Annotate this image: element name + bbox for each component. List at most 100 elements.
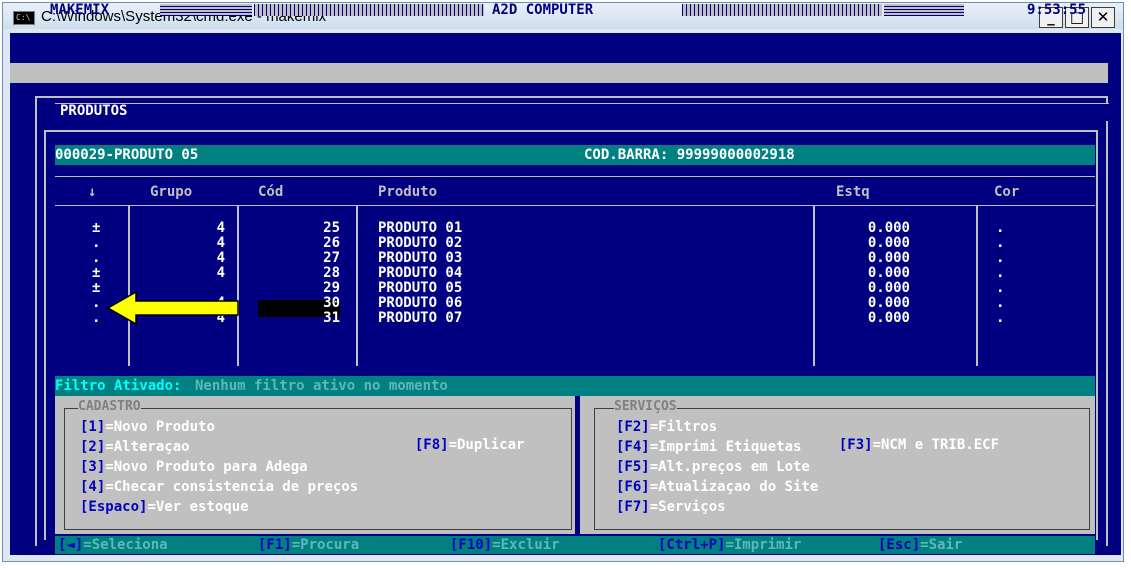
- key-label: [3]: [80, 459, 106, 475]
- app-name: MAKEMIX: [50, 2, 110, 18]
- close-button[interactable]: ✕: [1091, 7, 1115, 28]
- inner-frame-left: [44, 130, 46, 540]
- servicos-title: SERVIÇOS: [614, 399, 677, 414]
- key-label: [Esc]: [878, 537, 921, 553]
- cell-cod: 27: [323, 250, 340, 266]
- cell-estq: 0.000: [867, 220, 910, 236]
- function-key-hint[interactable]: [F10]=Excluir: [450, 537, 560, 553]
- key-label: [4]: [80, 479, 106, 495]
- col-header-cod[interactable]: Cód: [258, 184, 283, 200]
- menu-option-duplicar[interactable]: [F8]=Duplicar: [398, 418, 525, 454]
- cadastro-title: CADASTRO: [78, 399, 141, 414]
- key-label: [Espaco]: [80, 499, 148, 515]
- option-label: =Imprimi Etiquetas: [649, 439, 802, 455]
- company-name: A2D COMPUTER: [492, 2, 594, 18]
- cell-produto: PRODUTO 03: [378, 250, 463, 266]
- option-label: =Serviços: [649, 499, 726, 515]
- function-key-hint[interactable]: [Esc]=Sair: [878, 537, 962, 553]
- cell-produto: PRODUTO 02: [378, 235, 463, 251]
- cell-grupo: 4: [216, 265, 225, 281]
- menu-option[interactable]: [4]=Checar consistencia de preços: [80, 478, 358, 496]
- col-separator: [128, 206, 130, 366]
- screen-title: PRODUTOS: [60, 103, 128, 119]
- key-label: [F3]: [838, 437, 873, 453]
- cell-cod: 25: [323, 220, 340, 236]
- cell-grupo: 4: [216, 235, 225, 251]
- option-label: =Procura: [291, 537, 360, 553]
- menu-option[interactable]: [1]=Novo Produto: [80, 418, 215, 436]
- key-label: [F1]: [258, 537, 292, 553]
- col-header-estq[interactable]: Estq: [836, 184, 870, 200]
- option-label: =NCM e TRIB.ECF: [872, 437, 1000, 453]
- inner-frame-top: [44, 130, 1098, 132]
- col-header-grupo[interactable]: Grupo: [150, 184, 192, 200]
- option-label: =Ver estoque: [147, 499, 249, 515]
- cell-produto: PRODUTO 04: [378, 265, 463, 281]
- option-label: =Imprimir: [725, 537, 802, 553]
- barcode: COD.BARRA: 99999000002918: [584, 147, 795, 163]
- option-label: =Atualizaçao do Site: [649, 479, 819, 495]
- menu-option[interactable]: [F2]=Filtros: [616, 418, 717, 436]
- cell-estq: 0.000: [867, 235, 910, 251]
- menu-option[interactable]: [F6]=Atualizaçao do Site: [616, 478, 818, 496]
- menu-option[interactable]: [F4]=Imprimi Etiquetas: [616, 438, 801, 456]
- cell-grupo: 4: [216, 220, 225, 236]
- app-status-bar: [10, 63, 1108, 83]
- status-pattern-right: [682, 4, 882, 16]
- key-label: [F2]: [616, 419, 650, 435]
- cell-cod: 29: [323, 280, 340, 296]
- current-product: 000029-PRODUTO 05: [55, 147, 199, 163]
- cell-produto: PRODUTO 01: [378, 220, 463, 236]
- status-pattern-left: [254, 4, 484, 16]
- menu-option[interactable]: [2]=Alteraçao: [80, 438, 190, 456]
- option-label: =Alteraçao: [105, 439, 190, 455]
- frame-top: [35, 96, 1108, 98]
- menu-option[interactable]: [F7]=Serviços: [616, 498, 726, 516]
- cell-cod: 28: [323, 265, 340, 281]
- current-product-bar: [55, 145, 1095, 165]
- function-key-hint[interactable]: [Ctrl+P]=Imprimir: [658, 537, 801, 553]
- cell-mark: ±: [92, 220, 101, 236]
- cell-estq: 0.000: [867, 295, 910, 311]
- col-header-produto[interactable]: Produto: [378, 184, 437, 200]
- inner-frame-right: [1096, 130, 1098, 540]
- key-label: [F7]: [616, 499, 650, 515]
- function-key-hint[interactable]: [F1]=Procura: [258, 537, 359, 553]
- option-label: =Checar consistencia de preços: [105, 479, 359, 495]
- cell-mark: ±: [92, 265, 101, 281]
- cell-produto: PRODUTO 05: [378, 280, 463, 296]
- option-label: =Excluir: [492, 537, 560, 553]
- col-separator: [237, 206, 239, 366]
- col-header-cor[interactable]: Cor: [994, 184, 1019, 200]
- key-label: [F6]: [616, 479, 650, 495]
- menu-option[interactable]: [Espaco]=Ver estoque: [80, 498, 249, 516]
- key-label: [◄]: [58, 537, 84, 553]
- option-label: =Duplicar: [448, 437, 525, 453]
- menu-option[interactable]: [3]=Novo Produto para Adega: [80, 458, 308, 476]
- col-header-mark[interactable]: ↓: [88, 184, 96, 200]
- cell-cod: 26: [323, 235, 340, 251]
- cell-estq: 0.000: [867, 310, 910, 326]
- cell-produto: PRODUTO 07: [378, 310, 463, 326]
- cell-cor: .: [996, 280, 1005, 296]
- clock: 9:53:55: [1027, 2, 1087, 18]
- function-key-hint[interactable]: [◄]=Seleciona: [58, 537, 168, 553]
- cell-produto: PRODUTO 06: [378, 295, 463, 311]
- menu-option[interactable]: [F5]=Alt.preços em Lote: [616, 458, 810, 476]
- key-label: [F8]: [414, 437, 449, 453]
- filter-value: Nenhum filtro ativo no momento: [195, 378, 448, 394]
- frame-right: [1106, 96, 1108, 546]
- menu-option-ncm[interactable]: [F3]=NCM e TRIB.ECF: [822, 418, 999, 454]
- option-label: =Sair: [920, 537, 963, 553]
- option-label: =Alt.preços em Lote: [649, 459, 810, 475]
- cell-estq: 0.000: [867, 265, 910, 281]
- option-label: =Filtros: [649, 419, 718, 435]
- cell-cor: .: [996, 250, 1005, 266]
- cell-cor: .: [996, 265, 1005, 281]
- option-label: =Novo Produto: [105, 419, 215, 435]
- cell-cor: .: [996, 295, 1005, 311]
- cell-cor: .: [996, 310, 1005, 326]
- filter-label: Filtro Ativado:: [55, 378, 182, 394]
- key-label: [2]: [80, 439, 106, 455]
- key-label: [Ctrl+P]: [658, 537, 726, 553]
